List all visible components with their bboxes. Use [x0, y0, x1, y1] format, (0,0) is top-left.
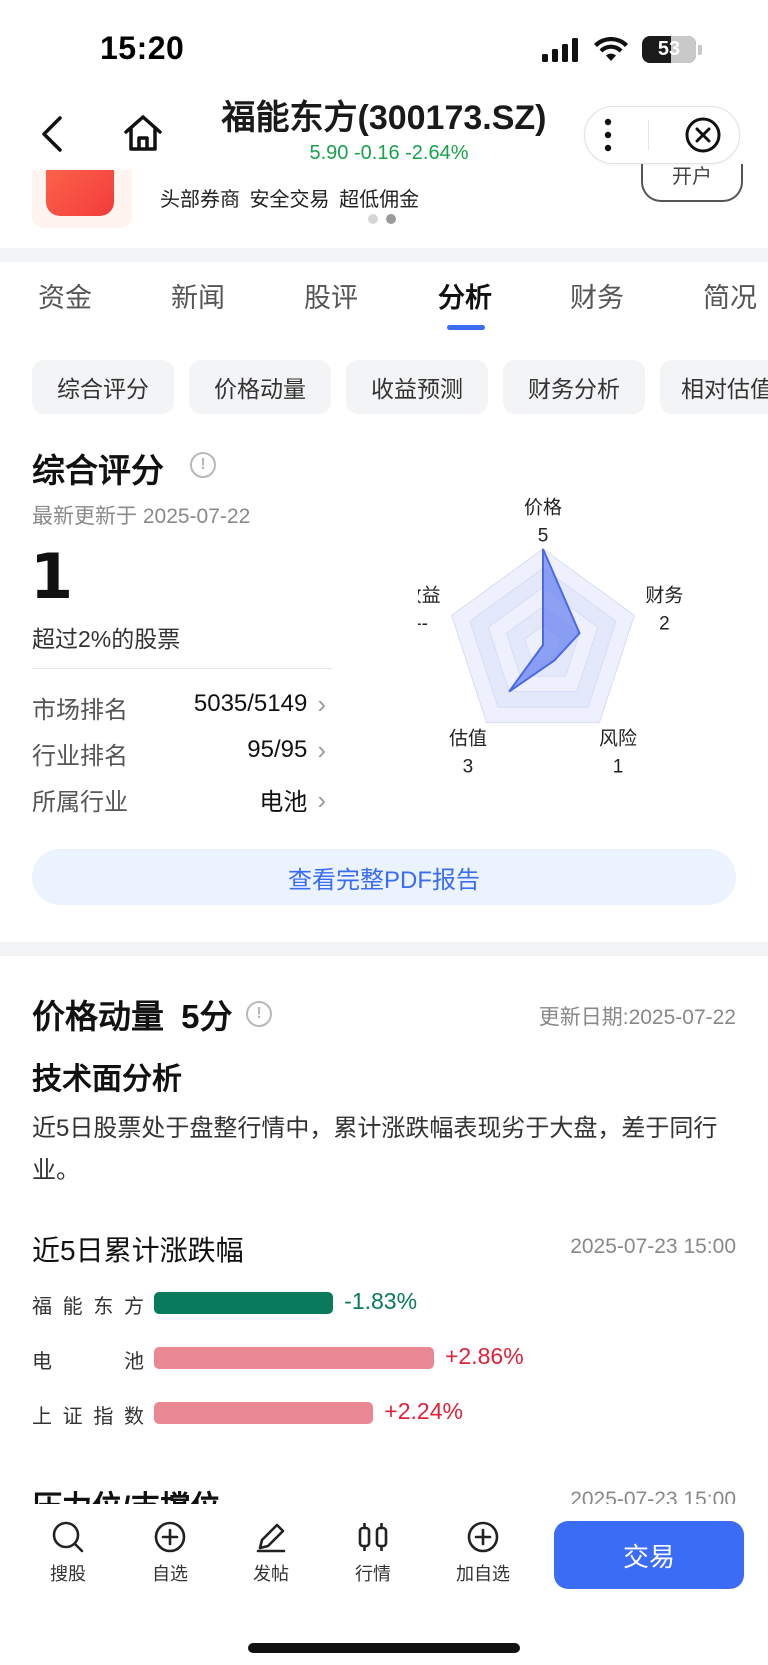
- carousel-dot: [368, 214, 378, 224]
- five-day-change-title: 近5日累计涨跌幅: [32, 1235, 244, 1266]
- chip-relative-valuation[interactable]: 相对估值: [660, 360, 768, 414]
- bottom-watchlist-label: 自选: [152, 1564, 188, 1584]
- view-pdf-report-button[interactable]: 查看完整PDF报告: [32, 849, 736, 905]
- technical-analysis-title: 技术面分析: [32, 1063, 182, 1096]
- info-icon[interactable]: !: [190, 452, 216, 478]
- bottom-add-watchlist-label: 加自选: [456, 1564, 510, 1584]
- header-actions: [584, 106, 740, 164]
- industry-row[interactable]: 电池 ›: [259, 782, 326, 817]
- change-bar: [154, 1347, 434, 1369]
- bar-label: 上证指数: [32, 1406, 144, 1428]
- momentum-title: 价格动量 5分: [32, 990, 233, 1038]
- overall-divider: [32, 668, 332, 669]
- tab-funds[interactable]: 资金: [38, 276, 92, 315]
- industry-rank-label: 行业排名: [32, 743, 128, 770]
- radar-axis-value: 1: [613, 756, 624, 777]
- industry-rank-row[interactable]: 95/95 ›: [247, 736, 326, 764]
- banner-logo: [32, 170, 132, 228]
- overall-updated: 最新更新于 2025-07-22: [32, 505, 251, 528]
- technical-analysis-text: 近5日股票处于盘整行情中，累计涨跌幅表现劣于大盘，差于同行业。: [32, 1115, 718, 1184]
- home-indicator[interactable]: [248, 1643, 520, 1653]
- banner-text: 头部券商 安全交易 超低佣金: [160, 189, 420, 211]
- industry-label: 所属行业: [32, 789, 128, 816]
- bottom-market-label: 行情: [355, 1564, 391, 1584]
- tab-comments[interactable]: 股评: [304, 276, 358, 315]
- change-bar: [154, 1292, 334, 1314]
- pen-icon: [256, 1523, 286, 1553]
- open-account-button[interactable]: 开户: [641, 164, 743, 202]
- battery-icon: 53: [642, 36, 696, 63]
- price-change-pct: -2.64%: [405, 142, 469, 164]
- chip-price-momentum[interactable]: 价格动量: [189, 360, 331, 414]
- bottom-post-label: 发帖: [253, 1564, 289, 1584]
- section-divider: [0, 942, 768, 956]
- overall-title: 综合评分: [32, 452, 164, 489]
- chevron-right-icon: ›: [317, 689, 326, 719]
- change-value: +2.24%: [384, 1398, 463, 1424]
- bottom-search-button[interactable]: 搜股: [28, 1520, 108, 1586]
- search-icon: [52, 1521, 84, 1553]
- radar-axis-label: 风险: [599, 727, 637, 749]
- candlestick-icon: [358, 1523, 388, 1551]
- wifi-icon: [594, 36, 628, 61]
- change-value: -1.83%: [344, 1288, 418, 1314]
- chip-earnings-forecast[interactable]: 收益预测: [346, 360, 488, 414]
- market-rank-row[interactable]: 5035/5149 ›: [194, 690, 326, 718]
- tab-profile[interactable]: 简况: [703, 276, 757, 315]
- more-icon[interactable]: [602, 117, 614, 153]
- price-change: -0.16: [353, 142, 400, 164]
- momentum-title-text: 价格动量: [32, 998, 164, 1035]
- change-bar: [154, 1402, 374, 1424]
- radar-axis-value: 2: [659, 614, 670, 635]
- industry-rank-value: 95/95: [247, 736, 308, 763]
- info-icon[interactable]: !: [246, 1001, 272, 1027]
- radar-axis-label: 估值: [449, 727, 487, 749]
- section-divider: [0, 248, 768, 262]
- radar-axis-label: 价格: [524, 496, 562, 518]
- tab-bar: 资金 新闻 股评 分析 财务 简况: [0, 276, 768, 316]
- active-tab-indicator: [447, 325, 485, 330]
- price-value: 5.90: [309, 142, 349, 164]
- radar-axis-value: 3: [463, 756, 474, 777]
- add-circle-icon: [154, 1521, 186, 1553]
- tab-analysis[interactable]: 分析: [438, 276, 492, 315]
- radar-axis-value: --: [418, 614, 428, 635]
- carousel-dot-active: [386, 214, 396, 224]
- chevron-right-icon: ›: [317, 735, 326, 765]
- signal-icon: [542, 37, 578, 62]
- industry-value: 电池: [259, 789, 308, 816]
- market-rank-value: 5035/5149: [193, 690, 308, 717]
- radar-chart: 价格 5 财务 2 风险 1 估值 3 收益 --: [418, 496, 683, 777]
- bottom-market-button[interactable]: 行情: [333, 1520, 413, 1586]
- change-value: +2.86%: [445, 1343, 524, 1369]
- close-icon[interactable]: [684, 116, 722, 154]
- chip-overall-score[interactable]: 综合评分: [32, 360, 174, 414]
- momentum-update-date: 更新日期:2025-07-22: [538, 1006, 736, 1029]
- tab-news[interactable]: 新闻: [171, 276, 225, 315]
- radar-axis-value: 5: [538, 525, 549, 546]
- status-time: 15:20: [100, 30, 185, 66]
- bar-label: 福能东方: [32, 1296, 144, 1318]
- bottom-search-label: 搜股: [50, 1564, 86, 1584]
- tab-finance[interactable]: 财务: [570, 276, 624, 315]
- overall-score: 1: [30, 540, 74, 613]
- bottom-add-watchlist-button[interactable]: 加自选: [443, 1520, 523, 1586]
- radar-axis-label: 财务: [645, 585, 683, 607]
- status-icons: 53: [542, 36, 702, 63]
- chevron-right-icon: ›: [317, 784, 326, 815]
- bottom-watchlist-button[interactable]: 自选: [130, 1520, 210, 1586]
- five-day-change-time: 2025-07-23 15:00: [570, 1235, 736, 1258]
- overall-beat-text: 超过2%的股票: [32, 626, 181, 652]
- radar-axis-label: 收益: [418, 585, 441, 607]
- trade-button[interactable]: 交易: [554, 1521, 744, 1589]
- chip-financial-analysis[interactable]: 财务分析: [503, 360, 645, 414]
- market-rank-label: 市场排名: [32, 697, 128, 724]
- momentum-score: 5分: [181, 998, 233, 1035]
- bar-label: 电池: [32, 1351, 144, 1373]
- bottom-post-button[interactable]: 发帖: [231, 1520, 311, 1586]
- carousel-dots: [368, 214, 396, 224]
- add-circle-icon: [467, 1521, 499, 1553]
